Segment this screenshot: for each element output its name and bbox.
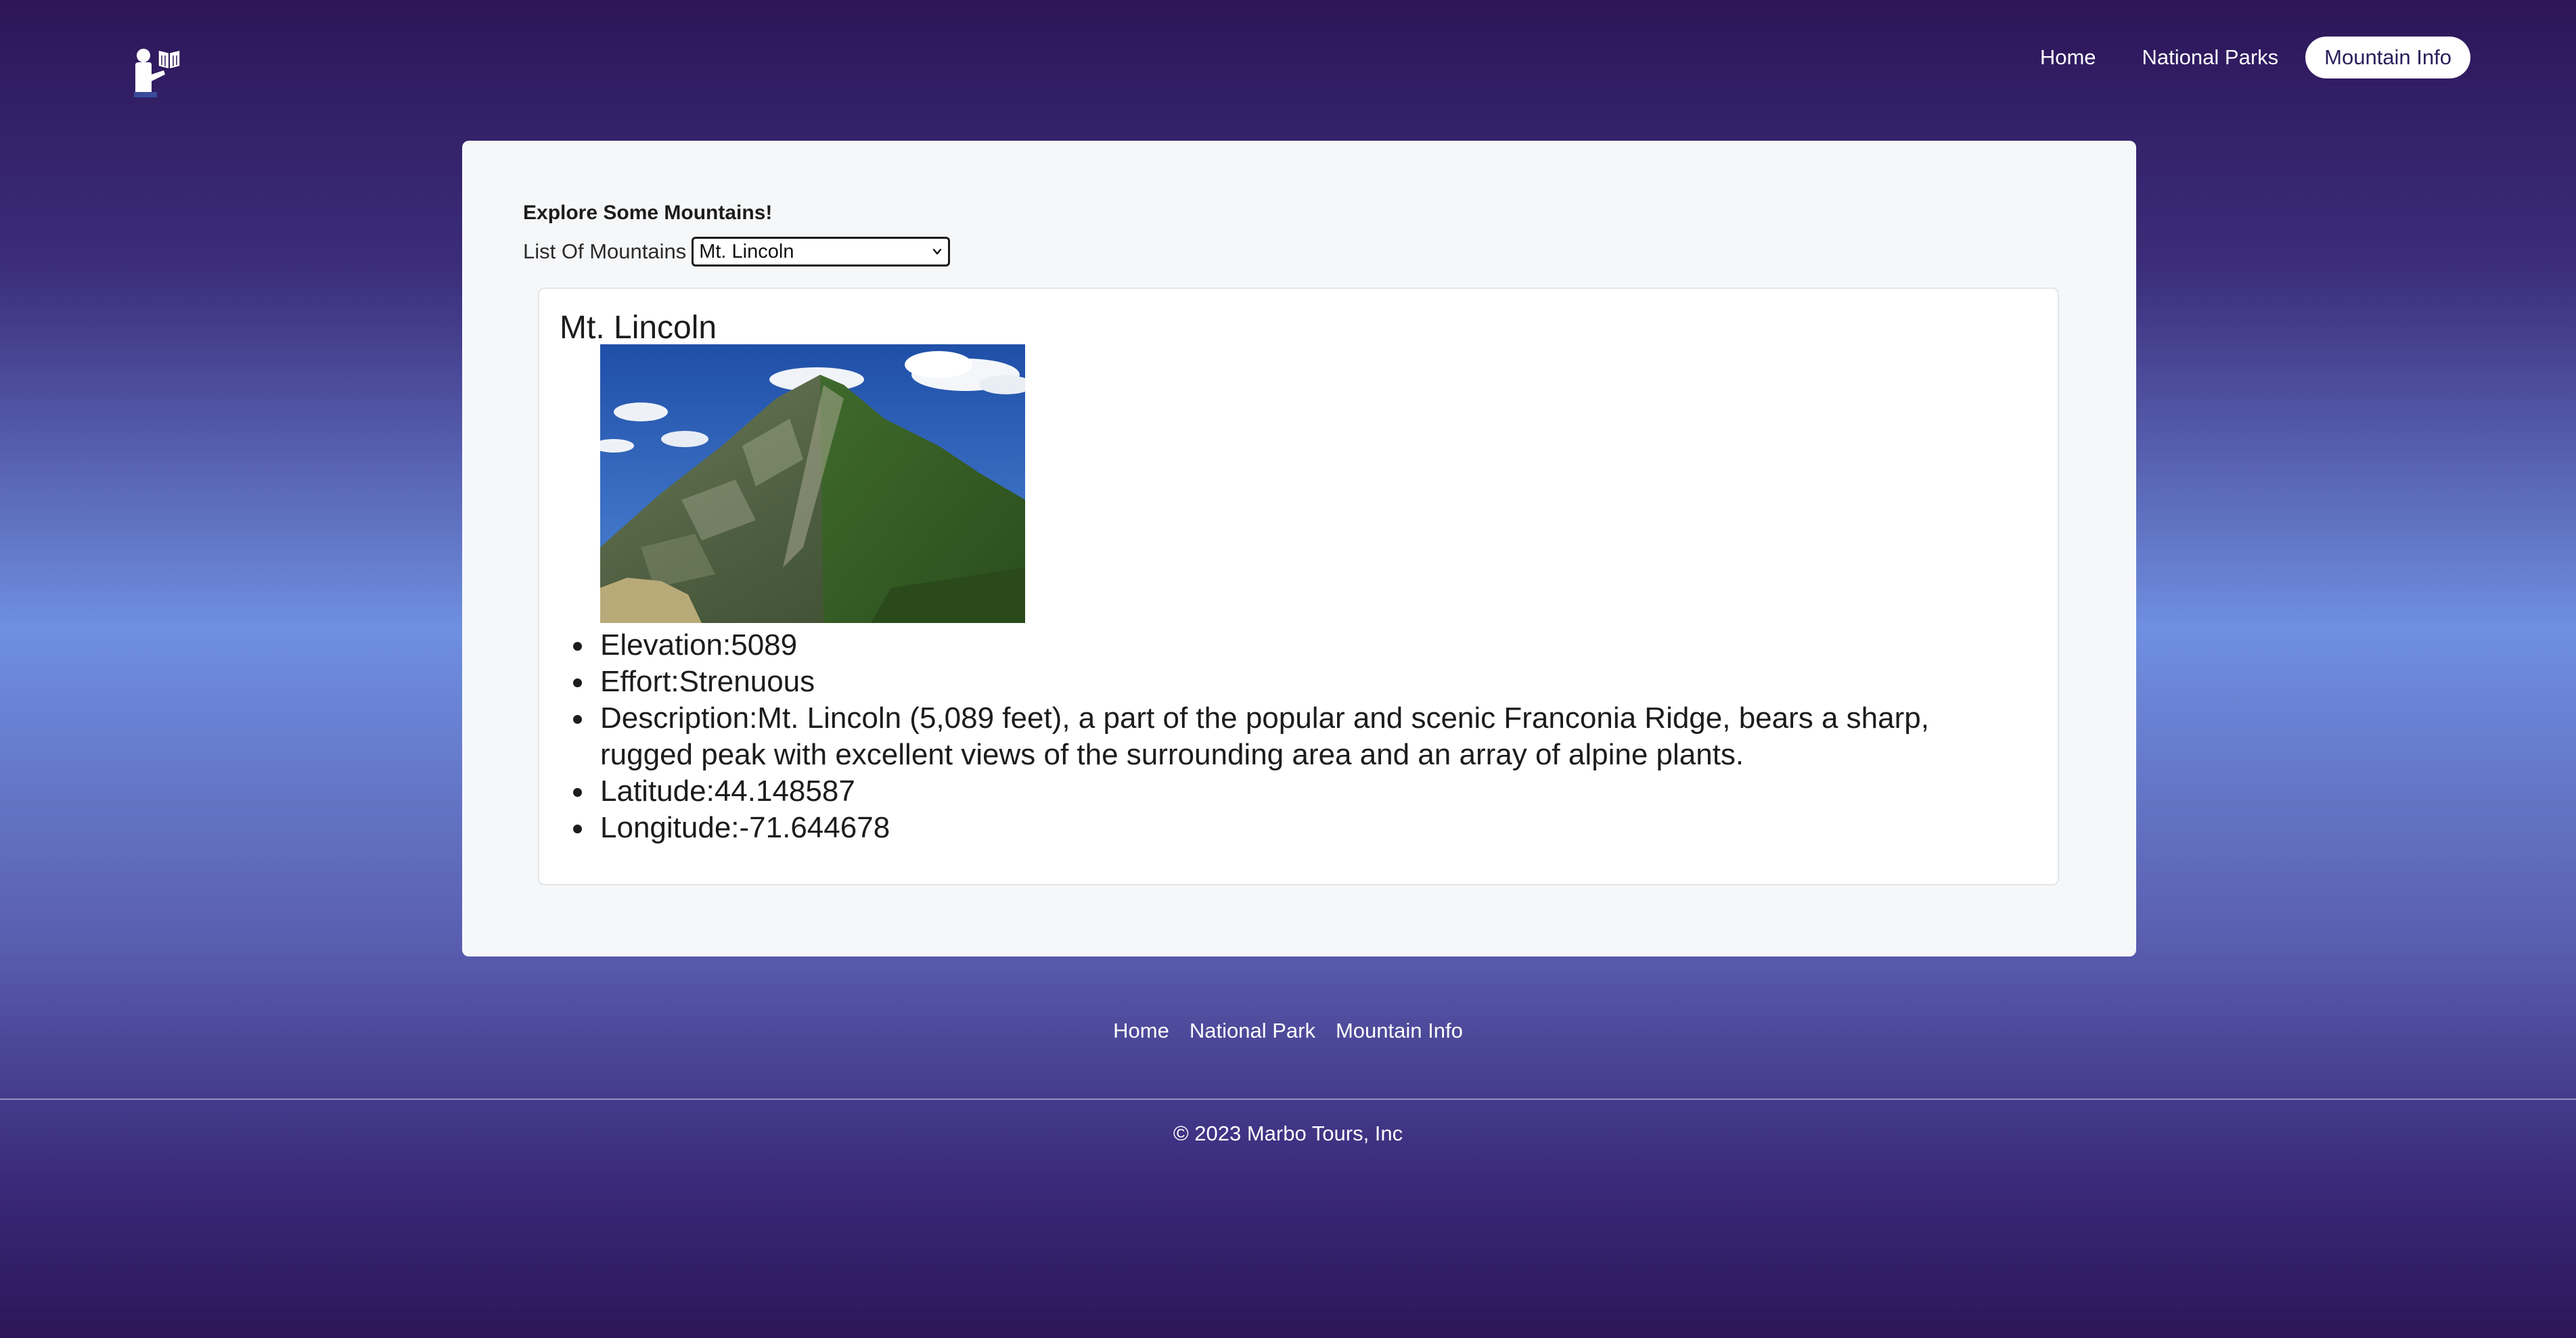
- mountain-image: [600, 344, 1025, 623]
- mountain-select-label: List Of Mountains: [523, 239, 687, 263]
- tour-guide-icon: [134, 49, 181, 97]
- mountain-facts-list: Elevation:5089 Effort:Strenuous Descript…: [573, 627, 2021, 846]
- main-card: Explore Some Mountains! List Of Mountain…: [462, 141, 2136, 956]
- mountain-name: Mt. Lincoln: [560, 310, 717, 346]
- mountain-select-row: List Of Mountains Mt. Lincoln: [523, 237, 951, 267]
- page-title: Explore Some Mountains!: [523, 202, 773, 224]
- footer-nav: Home National Park Mountain Info: [0, 1019, 2576, 1043]
- footer-link-national-park[interactable]: National Park: [1190, 1019, 1315, 1043]
- nav-mountain-info[interactable]: Mountain Info: [2305, 37, 2470, 78]
- mountain-select[interactable]: Mt. Lincoln: [692, 237, 951, 267]
- footer-link-home[interactable]: Home: [1113, 1019, 1169, 1043]
- chevron-down-icon: [933, 248, 942, 255]
- fact-elevation: Elevation:5089: [573, 627, 2021, 664]
- nav-home[interactable]: Home: [2021, 37, 2115, 78]
- mountain-detail-card: Mt. Lincoln Elevation:5089 Effort:Strenu…: [538, 287, 2059, 885]
- copyright: © 2023 Marbo Tours, Inc: [1173, 1122, 1403, 1145]
- logo[interactable]: [133, 47, 183, 99]
- mountain-photo: [600, 344, 1025, 623]
- fact-description: Description:Mt. Lincoln (5,089 feet), a …: [573, 700, 2021, 773]
- mountain-select-value: Mt. Lincoln: [699, 240, 794, 262]
- footer-divider: [0, 1099, 2576, 1100]
- footer-link-mountain-info[interactable]: Mountain Info: [1336, 1019, 1463, 1043]
- fact-effort: Effort:Strenuous: [573, 664, 2021, 700]
- fact-latitude: Latitude:44.148587: [573, 773, 2021, 810]
- fact-longitude: Longitude:-71.644678: [573, 810, 2021, 846]
- nav-national-parks[interactable]: National Parks: [2123, 37, 2298, 78]
- main-nav: Home National Parks Mountain Info: [2021, 37, 2470, 78]
